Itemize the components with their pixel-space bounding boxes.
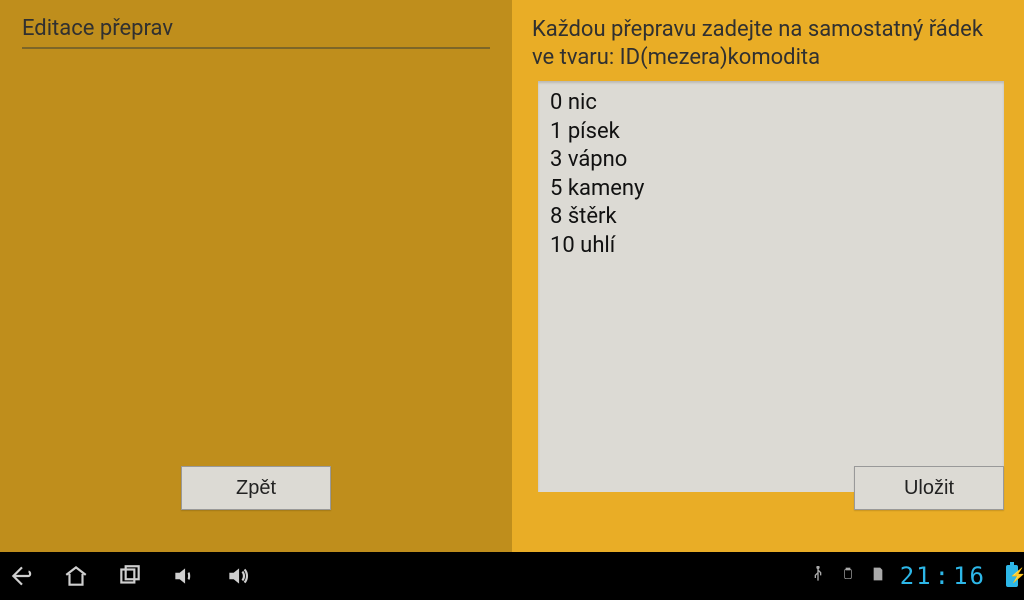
- charging-bolt-icon: ⚡: [1009, 569, 1024, 583]
- main-content: Editace přeprav Zpět Každou přepravu zad…: [0, 0, 1024, 552]
- clock-minutes: 16: [953, 562, 986, 590]
- nav-right-group: 21 : 16 ⚡: [810, 562, 1018, 590]
- volume-up-icon[interactable]: [222, 560, 254, 592]
- page-title: Editace přeprav: [22, 16, 490, 41]
- title-area: Editace přeprav: [0, 0, 512, 59]
- system-navbar: 21 : 16 ⚡: [0, 552, 1024, 600]
- nav-left-group: [6, 560, 254, 592]
- title-underline: [22, 47, 490, 49]
- left-pane: Editace přeprav Zpět: [0, 0, 512, 552]
- battery-icon: ⚡: [1006, 565, 1018, 587]
- usb-icon: [810, 566, 826, 586]
- home-icon[interactable]: [60, 560, 92, 592]
- save-button[interactable]: Uložit: [854, 466, 1004, 510]
- recent-apps-icon[interactable]: [114, 560, 146, 592]
- debug-icon: [840, 566, 856, 586]
- transports-editor[interactable]: [538, 81, 1004, 492]
- back-icon[interactable]: [6, 560, 38, 592]
- clock-hours: 21: [900, 562, 933, 590]
- clock: 21 : 16: [900, 562, 986, 590]
- sdcard-icon: [870, 566, 886, 586]
- volume-down-icon[interactable]: [168, 560, 200, 592]
- right-pane: Každou přepravu zadejte na samostatný řá…: [512, 0, 1024, 552]
- back-button[interactable]: Zpět: [181, 466, 331, 510]
- clock-colon: :: [933, 562, 953, 590]
- instruction-text: Každou přepravu zadejte na samostatný řá…: [528, 0, 1008, 81]
